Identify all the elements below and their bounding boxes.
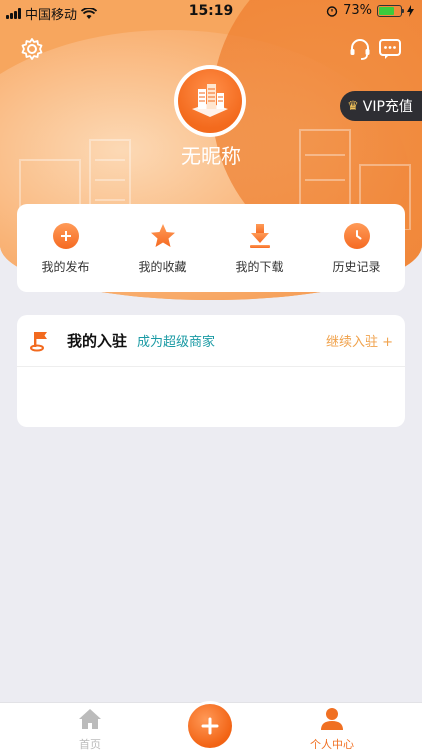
tab-profile[interactable]: 个人中心 [282, 707, 382, 750]
download-icon [249, 223, 270, 248]
avatar[interactable] [174, 65, 246, 137]
shortcut-my-favorites[interactable]: 我的收藏 [123, 222, 203, 275]
merchant-subtitle: 成为超级商家 [137, 335, 216, 350]
gear-icon[interactable] [19, 36, 45, 62]
continue-register-link[interactable]: 继续入驻 + [326, 331, 393, 350]
merchant-title: 我的入驻 [67, 332, 128, 350]
battery-icon [377, 4, 404, 17]
crown-icon: ♛ [347, 98, 359, 114]
headset-icon[interactable] [347, 36, 373, 62]
tab-home[interactable]: 首页 [40, 707, 140, 750]
vip-recharge-button[interactable]: ♛ VIP充值 [340, 91, 422, 121]
flag-icon [30, 331, 47, 351]
shortcut-label: 我的发布 [41, 259, 90, 274]
star-icon [150, 223, 175, 247]
shortcut-card: 我的发布 我的收藏 我的下载 历史记录 [17, 204, 405, 292]
plus-circle-icon [52, 222, 79, 249]
shortcut-history[interactable]: 历史记录 [317, 222, 397, 275]
tab-label: 个人中心 [310, 738, 354, 750]
status-right: 73% [326, 3, 414, 18]
shortcut-label: 历史记录 [332, 259, 381, 274]
shortcut-my-downloads[interactable]: 我的下载 [220, 222, 300, 275]
merchant-card: 我的入驻 成为超级商家 继续入驻 + [17, 315, 405, 427]
building-icon [192, 84, 228, 117]
shortcut-my-posts[interactable]: 我的发布 [26, 222, 106, 275]
alarm-icon [326, 5, 338, 17]
charging-icon [407, 4, 414, 17]
person-icon [321, 708, 343, 730]
nickname[interactable]: 无昵称 [0, 140, 422, 169]
clock-icon [343, 222, 370, 249]
home-icon [79, 709, 101, 729]
plus-icon [201, 717, 219, 735]
chat-icon[interactable] [377, 36, 403, 62]
status-bar: 中国移动 15:19 73% [0, 0, 422, 24]
vip-label: VIP充值 [362, 99, 413, 115]
tab-label: 首页 [79, 738, 101, 750]
merchant-row[interactable]: 我的入驻 成为超级商家 继续入驻 + [17, 315, 405, 367]
add-post-button[interactable] [188, 704, 232, 748]
shortcut-label: 我的收藏 [138, 259, 187, 274]
shortcut-label: 我的下载 [235, 259, 284, 274]
battery-percent: 73% [343, 3, 372, 18]
